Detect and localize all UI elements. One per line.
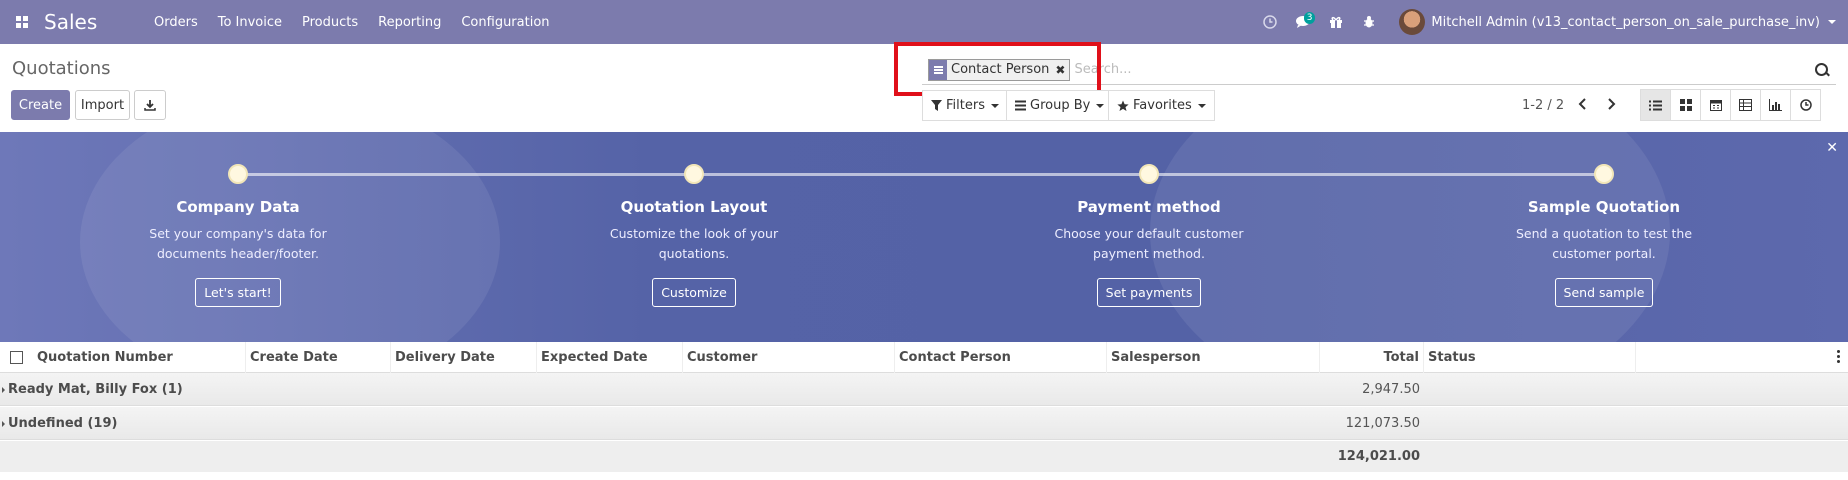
create-button[interactable]: Create <box>11 90 70 120</box>
step-description: Set your company's data for documents he… <box>149 226 327 261</box>
step-dot <box>1594 164 1614 184</box>
kanban-view-icon[interactable] <box>1670 89 1701 121</box>
filters-label: Filters <box>946 98 985 113</box>
menu-reporting[interactable]: Reporting <box>378 15 441 30</box>
menu-products[interactable]: Products <box>302 15 358 30</box>
download-icon <box>144 100 156 111</box>
menu-orders[interactable]: Orders <box>154 15 198 30</box>
user-name[interactable]: Mitchell Admin (v13_contact_person_on_sa… <box>1431 15 1820 30</box>
lets-start-button[interactable]: Let's start! <box>195 278 281 307</box>
col-contact-person[interactable]: Contact Person <box>895 342 1107 373</box>
select-all-checkbox[interactable] <box>10 351 23 364</box>
pager-value[interactable]: 1-2 / 2 <box>1522 98 1564 113</box>
chat-badge: 3 <box>1303 12 1316 24</box>
pivot-view-icon[interactable] <box>1730 89 1761 121</box>
pager-next-icon[interactable] <box>1600 93 1622 115</box>
view-switcher <box>1640 89 1821 121</box>
step-description: Choose your default customer payment met… <box>1054 226 1244 261</box>
download-button[interactable] <box>134 90 166 120</box>
group-total: 2,947.50 <box>1362 382 1420 397</box>
star-icon <box>1117 100 1129 111</box>
filter-icon <box>931 100 942 111</box>
step-description: Customize the look of your quotations. <box>609 226 779 261</box>
bug-icon[interactable] <box>1352 0 1385 44</box>
apps-menu-icon[interactable] <box>0 0 44 44</box>
customize-button[interactable]: Customize <box>652 278 736 307</box>
list-bars-icon <box>1015 100 1026 111</box>
activity-clock-icon[interactable] <box>1253 0 1286 44</box>
gift-icon[interactable] <box>1319 0 1352 44</box>
import-button[interactable]: Import <box>75 90 130 120</box>
onboarding-banner: ✕ Company Data Set your company's data f… <box>0 132 1848 342</box>
main-menu: Orders To Invoice Products Reporting Con… <box>154 15 570 30</box>
step-description: Send a quotation to test the customer po… <box>1515 226 1693 261</box>
group-total: 121,073.50 <box>1345 416 1420 431</box>
user-menu-caret-icon[interactable] <box>1828 20 1836 24</box>
list-footer: 124,021.00 <box>0 441 1848 472</box>
send-sample-button[interactable]: Send sample <box>1554 278 1654 307</box>
set-payments-button[interactable]: Set payments <box>1096 278 1202 307</box>
col-total[interactable]: Total <box>1320 342 1424 373</box>
col-expected-date[interactable]: Expected Date <box>537 342 683 373</box>
group-caret-icon <box>2 387 5 393</box>
calendar-view-icon[interactable] <box>1700 89 1731 121</box>
menu-configuration[interactable]: Configuration <box>461 15 549 30</box>
top-navbar: Sales Orders To Invoice Products Reporti… <box>0 0 1848 44</box>
activity-view-icon[interactable] <box>1790 89 1821 121</box>
group-label: Undefined (19) <box>8 416 118 431</box>
highlight-annotation <box>894 42 1101 96</box>
step-title: Quotation Layout <box>620 198 768 216</box>
group-row[interactable]: Ready Mat, Billy Fox (1) 2,947.50 <box>0 373 1848 406</box>
step-dot <box>684 164 704 184</box>
group-by-caret-icon <box>1096 103 1105 108</box>
step-quotation-layout: Quotation Layout Customize the look of y… <box>544 164 844 307</box>
search-icon[interactable] <box>1812 60 1832 80</box>
graph-view-icon[interactable] <box>1760 89 1791 121</box>
step-payment-method: Payment method Choose your default custo… <box>999 164 1299 307</box>
systray: 3 Mitchell Admin (v13_contact_person_on_… <box>1253 0 1836 44</box>
search-input[interactable] <box>1074 62 1812 77</box>
app-title[interactable]: Sales <box>44 10 154 34</box>
step-dot <box>228 164 248 184</box>
optional-columns-icon[interactable] <box>1837 350 1840 365</box>
group-label: Ready Mat, Billy Fox (1) <box>8 382 183 397</box>
breadcrumb: Quotations <box>12 58 111 79</box>
step-title: Payment method <box>1077 198 1221 216</box>
user-avatar[interactable] <box>1399 9 1426 35</box>
group-by-label: Group By <box>1030 98 1091 113</box>
pager-previous-icon[interactable] <box>1572 93 1594 115</box>
list-header: Quotation Number Create Date Delivery Da… <box>0 342 1848 373</box>
list-view-icon[interactable] <box>1640 89 1671 121</box>
filters-button[interactable]: Filters <box>922 90 1008 121</box>
col-delivery-date[interactable]: Delivery Date <box>391 342 537 373</box>
chat-icon[interactable]: 3 <box>1286 0 1319 44</box>
group-caret-icon <box>2 421 5 427</box>
menu-to-invoice[interactable]: To Invoice <box>218 15 282 30</box>
col-salesperson[interactable]: Salesperson <box>1107 342 1320 373</box>
close-banner-icon[interactable]: ✕ <box>1826 140 1838 156</box>
step-title: Company Data <box>176 198 300 216</box>
group-by-button[interactable]: Group By <box>1006 90 1114 121</box>
favorites-label: Favorites <box>1133 98 1192 113</box>
grand-total: 124,021.00 <box>1337 449 1420 464</box>
favorites-caret-icon <box>1197 103 1206 108</box>
step-title: Sample Quotation <box>1527 198 1681 216</box>
group-row[interactable]: Undefined (19) 121,073.50 <box>0 407 1848 440</box>
favorites-button[interactable]: Favorites <box>1108 90 1215 121</box>
col-customer[interactable]: Customer <box>683 342 895 373</box>
col-quotation-number[interactable]: Quotation Number <box>33 342 246 373</box>
step-company-data: Company Data Set your company's data for… <box>88 164 388 307</box>
step-sample-quotation: Sample Quotation Send a quotation to tes… <box>1454 164 1754 307</box>
filters-caret-icon <box>990 103 999 108</box>
col-status[interactable]: Status <box>1424 342 1636 373</box>
col-create-date[interactable]: Create Date <box>246 342 391 373</box>
step-dot <box>1139 164 1159 184</box>
progress-line <box>238 173 1604 176</box>
